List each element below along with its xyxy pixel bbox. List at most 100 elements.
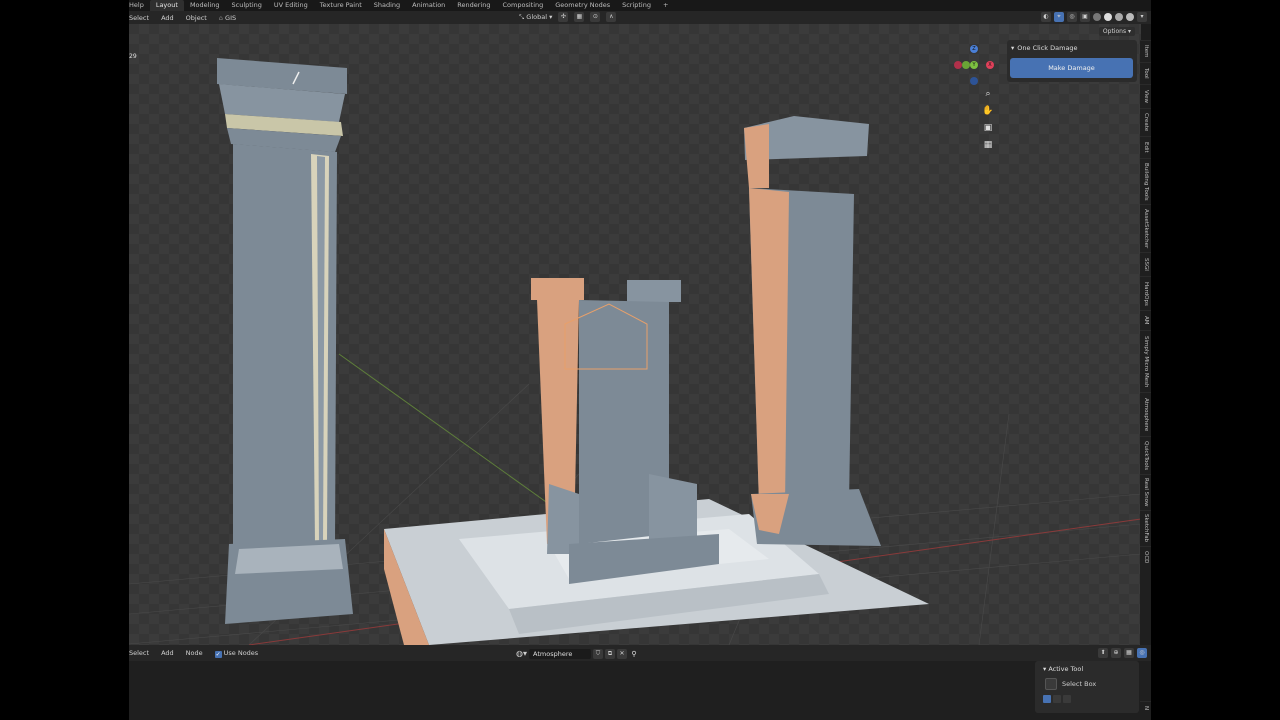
frame-label: 29 bbox=[129, 53, 137, 60]
proportional-edit-icon[interactable]: ⊙ bbox=[590, 12, 601, 22]
overlay-node-icon[interactable]: ◎ bbox=[1137, 648, 1147, 658]
pin-icon[interactable]: ⚲ bbox=[629, 649, 639, 659]
workspace-tab-sculpting[interactable]: Sculpting bbox=[226, 0, 268, 11]
shading-dropdown-icon[interactable]: ▾ bbox=[1137, 12, 1147, 22]
sidebar-tab-quicktools[interactable]: QuickTools bbox=[1140, 436, 1151, 474]
neg-y-axis-ball[interactable] bbox=[962, 61, 970, 69]
gis-label: GIS bbox=[225, 13, 237, 22]
sidebar-tab-view[interactable]: View bbox=[1140, 84, 1151, 108]
options-label: Options bbox=[1102, 28, 1127, 35]
grid-icon[interactable]: ▦ bbox=[982, 139, 994, 151]
workspace-tab-modeling[interactable]: Modeling bbox=[184, 0, 226, 11]
mode-extend-icon[interactable] bbox=[1053, 695, 1061, 703]
parent-node-icon[interactable]: ⬆ bbox=[1098, 648, 1108, 658]
visibility-icon[interactable]: ◐ bbox=[1041, 12, 1051, 22]
workspace-tab-compositing[interactable]: Compositing bbox=[497, 0, 550, 11]
snap-node-icon[interactable]: ⊕ bbox=[1111, 648, 1121, 658]
node-add-menu[interactable]: Add bbox=[155, 649, 180, 657]
mode-subtract-icon[interactable] bbox=[1063, 695, 1071, 703]
workspace-tab-geometry-nodes[interactable]: Geometry Nodes bbox=[549, 0, 616, 11]
sidebar-tab-ssgi[interactable]: SSGI bbox=[1140, 252, 1151, 276]
wireframe-shading-icon[interactable] bbox=[1093, 13, 1101, 21]
menu-help[interactable]: Help bbox=[129, 0, 150, 11]
use-nodes-toggle[interactable]: ✓ Use Nodes bbox=[209, 649, 265, 658]
select-menu[interactable]: Select bbox=[129, 14, 155, 22]
sidebar-tab-building-tools[interactable]: Building Tools bbox=[1140, 158, 1151, 204]
snap-mode-icon[interactable]: ▦ bbox=[1124, 648, 1134, 658]
sidebar-tab-edit[interactable]: Edit bbox=[1140, 136, 1151, 158]
top-menubar: Help Layout Modeling Sculpting UV Editin… bbox=[129, 0, 1151, 11]
navigation-gizmo[interactable]: Z Y X bbox=[949, 42, 999, 92]
node-select-menu[interactable]: Select bbox=[129, 649, 155, 657]
sidebar-tab-create[interactable]: Create bbox=[1140, 108, 1151, 136]
duplicate-icon[interactable]: ⧉ bbox=[605, 648, 615, 659]
sidebar-tab-atmosphere[interactable]: Atmosphere bbox=[1140, 392, 1151, 436]
sidebar-tab-real-snow[interactable]: Real Snow bbox=[1140, 474, 1151, 510]
gizmo-toggle-icon[interactable]: ⌖ bbox=[1054, 12, 1064, 22]
falloff-icon[interactable]: ∧ bbox=[606, 12, 617, 22]
node-menu[interactable]: Node bbox=[180, 649, 209, 657]
active-tool-panel: ▾ Active Tool Select Box bbox=[1035, 661, 1139, 713]
snap-icon[interactable]: ▦ bbox=[574, 12, 585, 22]
sidebar-tabs: Item Tool View Create Edit Building Tool… bbox=[1140, 40, 1151, 645]
sidebar-tab-ocd[interactable]: OCD bbox=[1140, 546, 1151, 568]
x-axis-ball[interactable]: X bbox=[986, 61, 994, 69]
sidebar-tab-am[interactable]: AM bbox=[1140, 310, 1151, 330]
sidebar-tab-item[interactable]: Item bbox=[1140, 40, 1151, 62]
sidebar-tab-hardops[interactable]: HardOps bbox=[1140, 276, 1151, 310]
z-axis-ball[interactable]: Z bbox=[970, 45, 978, 53]
sidebar-tab-sketchfab[interactable]: SketchFab bbox=[1140, 510, 1151, 546]
workspace-tab-layout[interactable]: Layout bbox=[149, 0, 184, 11]
sidebar-tab-tool[interactable]: Tool bbox=[1140, 62, 1151, 84]
active-tool-row[interactable]: Select Box bbox=[1045, 678, 1096, 690]
pivot-icon[interactable]: ✣ bbox=[558, 12, 569, 22]
y-axis-ball[interactable]: Y bbox=[970, 61, 978, 69]
node-sidebar-tab-n[interactable]: N bbox=[1140, 701, 1151, 715]
orientation-dropdown[interactable]: ⤡ Global ▾ bbox=[519, 13, 552, 22]
sidebar-tab-asset-sketcher[interactable]: AssetSketcher bbox=[1140, 204, 1151, 252]
panel-header[interactable]: ▾ One Click Damage bbox=[1007, 40, 1137, 53]
active-tool-name: Select Box bbox=[1062, 680, 1097, 688]
orientation-label: Global bbox=[526, 12, 548, 21]
select-box-icon bbox=[1045, 678, 1057, 690]
workspace-tab-shading[interactable]: Shading bbox=[368, 0, 406, 11]
chevron-down-icon: ▾ bbox=[1011, 44, 1015, 52]
mode-new-icon[interactable] bbox=[1043, 695, 1051, 703]
3d-viewport[interactable]: 29 Options ▾ Z Y X ⌕ ✋ ▣ ▦ bbox=[129, 24, 1141, 645]
node-editor-header: Select Add Node ✓ Use Nodes ◍▾ Atmosphere… bbox=[129, 645, 1151, 661]
neg-z-axis-ball[interactable] bbox=[970, 77, 978, 85]
add-workspace-button[interactable]: + bbox=[657, 0, 674, 11]
left-pillar[interactable] bbox=[217, 58, 353, 624]
object-menu[interactable]: Object bbox=[180, 14, 213, 22]
camera-icon[interactable]: ▣ bbox=[982, 122, 994, 134]
sidebar-tab-simply-micro-mesh[interactable]: Simply Micro Mesh bbox=[1140, 330, 1151, 392]
workspace-tab-rendering[interactable]: Rendering bbox=[451, 0, 496, 11]
overlay-toggle-icon[interactable]: ◎ bbox=[1067, 12, 1077, 22]
gis-menu[interactable]: ⌂ GIS bbox=[213, 14, 242, 22]
active-tool-title: Active Tool bbox=[1048, 665, 1084, 673]
workspace-tab-animation[interactable]: Animation bbox=[406, 0, 451, 11]
blender-window: Help Layout Modeling Sculpting UV Editin… bbox=[129, 0, 1151, 720]
options-dropdown[interactable]: Options ▾ bbox=[1098, 27, 1135, 36]
selection-mode-buttons bbox=[1043, 695, 1071, 703]
workspace-tab-uv-editing[interactable]: UV Editing bbox=[268, 0, 314, 11]
world-name-field[interactable]: Atmosphere bbox=[529, 648, 591, 659]
add-menu[interactable]: Add bbox=[155, 14, 180, 22]
active-tool-header[interactable]: ▾ Active Tool bbox=[1035, 661, 1139, 673]
workspace-tab-scripting[interactable]: Scripting bbox=[616, 0, 657, 11]
material-shading-icon[interactable] bbox=[1115, 13, 1123, 21]
zoom-icon[interactable]: ⌕ bbox=[982, 88, 994, 100]
neg-x-axis-ball[interactable] bbox=[954, 61, 962, 69]
close-icon[interactable]: ✕ bbox=[617, 648, 627, 659]
xray-icon[interactable]: ▣ bbox=[1080, 12, 1090, 22]
shading-controls: ◐ ⌖ ◎ ▣ ▾ bbox=[1041, 12, 1147, 22]
node-editor-right-controls: ⬆ ⊕ ▦ ◎ bbox=[1098, 648, 1147, 658]
node-editor-sidebar-tabs: N bbox=[1140, 661, 1151, 720]
pan-hand-icon[interactable]: ✋ bbox=[982, 105, 994, 117]
workspace-tab-texture-paint[interactable]: Texture Paint bbox=[314, 0, 368, 11]
world-icon[interactable]: ◍▾ bbox=[516, 649, 527, 658]
rendered-shading-icon[interactable] bbox=[1126, 13, 1134, 21]
make-damage-button[interactable]: Make Damage bbox=[1010, 58, 1133, 78]
solid-shading-icon[interactable] bbox=[1104, 13, 1112, 21]
fake-user-shield-icon[interactable]: ⛉ bbox=[593, 648, 603, 659]
